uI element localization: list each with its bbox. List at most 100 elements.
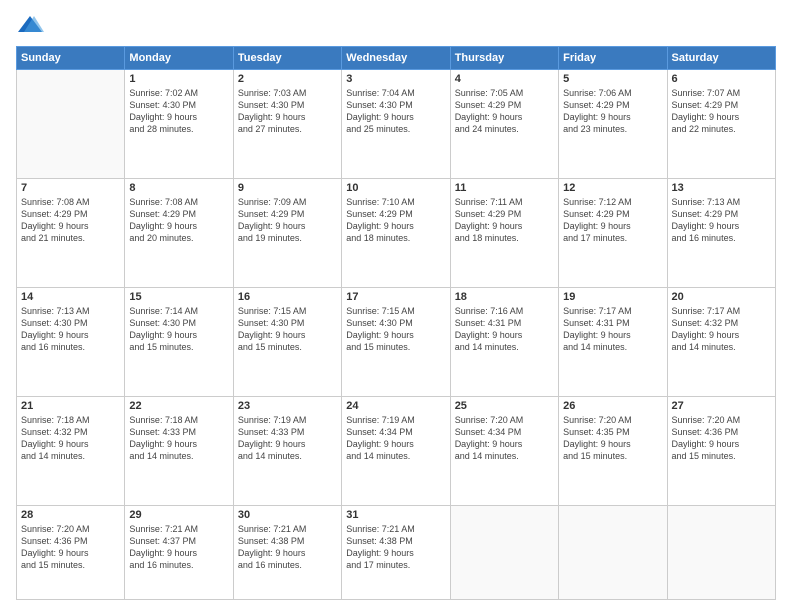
calendar-cell: 30 Sunrise: 7:21 AM Sunset: 4:38 PM Dayli… — [233, 505, 341, 599]
weekday-header-sunday: Sunday — [17, 47, 125, 70]
day-number: 24 — [346, 400, 445, 412]
weekday-header-monday: Monday — [125, 47, 233, 70]
day-info: Sunrise: 7:21 AM Sunset: 4:38 PM Dayligh… — [346, 523, 445, 572]
day-number: 20 — [672, 291, 771, 303]
day-number: 10 — [346, 182, 445, 194]
day-number: 9 — [238, 182, 337, 194]
calendar-cell — [450, 505, 558, 599]
day-info: Sunrise: 7:11 AM Sunset: 4:29 PM Dayligh… — [455, 196, 554, 245]
weekday-header-tuesday: Tuesday — [233, 47, 341, 70]
day-number: 14 — [21, 291, 120, 303]
day-info: Sunrise: 7:20 AM Sunset: 4:34 PM Dayligh… — [455, 414, 554, 463]
day-number: 13 — [672, 182, 771, 194]
day-info: Sunrise: 7:04 AM Sunset: 4:30 PM Dayligh… — [346, 87, 445, 136]
calendar-cell: 24Sunrise: 7:19 AM Sunset: 4:34 PM Dayli… — [342, 396, 450, 505]
day-info: Sunrise: 7:21 AM Sunset: 4:38 PM Dayligh… — [238, 523, 337, 572]
day-info: Sunrise: 7:20 AM Sunset: 4:35 PM Dayligh… — [563, 414, 662, 463]
day-info: Sunrise: 7:19 AM Sunset: 4:33 PM Dayligh… — [238, 414, 337, 463]
calendar-cell: 27 Sunrise: 7:20 AM Sunset: 4:36 PM Dayli… — [667, 396, 775, 505]
calendar-cell: 16 Sunrise: 7:15 AM Sunset: 4:30 PM Dayli… — [233, 287, 341, 396]
calendar-cell: 19Sunrise: 7:17 AM Sunset: 4:31 PM Dayli… — [559, 287, 667, 396]
calendar-week-row: 7Sunrise: 7:08 AM Sunset: 4:29 PM Daylig… — [17, 178, 776, 287]
calendar-cell: 2Sunrise: 7:03 AM Sunset: 4:30 PM Daylig… — [233, 70, 341, 179]
weekday-header-thursday: Thursday — [450, 47, 558, 70]
day-number: 4 — [455, 73, 554, 85]
day-number: 18 — [455, 291, 554, 303]
day-number: 21 — [21, 400, 120, 412]
day-info: Sunrise: 7:21 AM Sunset: 4:37 PM Dayligh… — [129, 523, 228, 572]
calendar-cell — [667, 505, 775, 599]
day-info: Sunrise: 7:13 AM Sunset: 4:30 PM Dayligh… — [21, 305, 120, 354]
calendar-cell: 26 Sunrise: 7:20 AM Sunset: 4:35 PM Dayli… — [559, 396, 667, 505]
calendar-cell: 14 Sunrise: 7:13 AM Sunset: 4:30 PM Dayli… — [17, 287, 125, 396]
logo — [16, 12, 48, 40]
calendar-cell: 7Sunrise: 7:08 AM Sunset: 4:29 PM Daylig… — [17, 178, 125, 287]
day-number: 12 — [563, 182, 662, 194]
calendar-cell: 10 Sunrise: 7:10 AM Sunset: 4:29 PM Dayli… — [342, 178, 450, 287]
calendar-cell: 6 Sunrise: 7:07 AM Sunset: 4:29 PM Daylig… — [667, 70, 775, 179]
calendar-week-row: 28 Sunrise: 7:20 AM Sunset: 4:36 PM Dayli… — [17, 505, 776, 599]
header — [16, 12, 776, 40]
calendar-cell: 5Sunrise: 7:06 AM Sunset: 4:29 PM Daylig… — [559, 70, 667, 179]
calendar-cell: 18 Sunrise: 7:16 AM Sunset: 4:31 PM Dayli… — [450, 287, 558, 396]
day-info: Sunrise: 7:20 AM Sunset: 4:36 PM Dayligh… — [21, 523, 120, 572]
day-number: 23 — [238, 400, 337, 412]
calendar-cell: 13 Sunrise: 7:13 AM Sunset: 4:29 PM Dayli… — [667, 178, 775, 287]
day-number: 5 — [563, 73, 662, 85]
day-number: 1 — [129, 73, 228, 85]
page: SundayMondayTuesdayWednesdayThursdayFrid… — [0, 0, 792, 612]
calendar-cell: 23 Sunrise: 7:19 AM Sunset: 4:33 PM Dayli… — [233, 396, 341, 505]
calendar-table: SundayMondayTuesdayWednesdayThursdayFrid… — [16, 46, 776, 600]
day-info: Sunrise: 7:18 AM Sunset: 4:32 PM Dayligh… — [21, 414, 120, 463]
day-info: Sunrise: 7:14 AM Sunset: 4:30 PM Dayligh… — [129, 305, 228, 354]
calendar-cell — [559, 505, 667, 599]
day-number: 25 — [455, 400, 554, 412]
day-info: Sunrise: 7:08 AM Sunset: 4:29 PM Dayligh… — [129, 196, 228, 245]
day-info: Sunrise: 7:02 AM Sunset: 4:30 PM Dayligh… — [129, 87, 228, 136]
day-info: Sunrise: 7:20 AM Sunset: 4:36 PM Dayligh… — [672, 414, 771, 463]
calendar-cell: 29Sunrise: 7:21 AM Sunset: 4:37 PM Dayli… — [125, 505, 233, 599]
calendar-week-row: 14 Sunrise: 7:13 AM Sunset: 4:30 PM Dayli… — [17, 287, 776, 396]
day-info: Sunrise: 7:13 AM Sunset: 4:29 PM Dayligh… — [672, 196, 771, 245]
calendar-cell: 20Sunrise: 7:17 AM Sunset: 4:32 PM Dayli… — [667, 287, 775, 396]
weekday-header-row: SundayMondayTuesdayWednesdayThursdayFrid… — [17, 47, 776, 70]
calendar-cell: 31 Sunrise: 7:21 AM Sunset: 4:38 PM Dayli… — [342, 505, 450, 599]
day-number: 2 — [238, 73, 337, 85]
calendar-cell: 8 Sunrise: 7:08 AM Sunset: 4:29 PM Daylig… — [125, 178, 233, 287]
day-info: Sunrise: 7:09 AM Sunset: 4:29 PM Dayligh… — [238, 196, 337, 245]
calendar-cell — [17, 70, 125, 179]
calendar-cell: 4Sunrise: 7:05 AM Sunset: 4:29 PM Daylig… — [450, 70, 558, 179]
calendar-cell: 22 Sunrise: 7:18 AM Sunset: 4:33 PM Dayli… — [125, 396, 233, 505]
day-info: Sunrise: 7:12 AM Sunset: 4:29 PM Dayligh… — [563, 196, 662, 245]
day-number: 6 — [672, 73, 771, 85]
day-number: 22 — [129, 400, 228, 412]
day-number: 26 — [563, 400, 662, 412]
day-info: Sunrise: 7:10 AM Sunset: 4:29 PM Dayligh… — [346, 196, 445, 245]
day-info: Sunrise: 7:18 AM Sunset: 4:33 PM Dayligh… — [129, 414, 228, 463]
calendar-week-row: 1 Sunrise: 7:02 AM Sunset: 4:30 PM Daylig… — [17, 70, 776, 179]
day-number: 16 — [238, 291, 337, 303]
weekday-header-friday: Friday — [559, 47, 667, 70]
calendar-cell: 15 Sunrise: 7:14 AM Sunset: 4:30 PM Dayli… — [125, 287, 233, 396]
day-info: Sunrise: 7:15 AM Sunset: 4:30 PM Dayligh… — [346, 305, 445, 354]
day-number: 15 — [129, 291, 228, 303]
day-number: 8 — [129, 182, 228, 194]
logo-icon — [16, 12, 44, 40]
day-info: Sunrise: 7:17 AM Sunset: 4:31 PM Dayligh… — [563, 305, 662, 354]
calendar-cell: 28 Sunrise: 7:20 AM Sunset: 4:36 PM Dayli… — [17, 505, 125, 599]
day-info: Sunrise: 7:16 AM Sunset: 4:31 PM Dayligh… — [455, 305, 554, 354]
day-number: 31 — [346, 509, 445, 521]
day-number: 27 — [672, 400, 771, 412]
day-number: 30 — [238, 509, 337, 521]
weekday-header-wednesday: Wednesday — [342, 47, 450, 70]
weekday-header-saturday: Saturday — [667, 47, 775, 70]
calendar-cell: 1 Sunrise: 7:02 AM Sunset: 4:30 PM Daylig… — [125, 70, 233, 179]
day-info: Sunrise: 7:15 AM Sunset: 4:30 PM Dayligh… — [238, 305, 337, 354]
day-info: Sunrise: 7:07 AM Sunset: 4:29 PM Dayligh… — [672, 87, 771, 136]
calendar-cell: 3Sunrise: 7:04 AM Sunset: 4:30 PM Daylig… — [342, 70, 450, 179]
calendar-cell: 21 Sunrise: 7:18 AM Sunset: 4:32 PM Dayli… — [17, 396, 125, 505]
calendar-cell: 17Sunrise: 7:15 AM Sunset: 4:30 PM Dayli… — [342, 287, 450, 396]
day-number: 28 — [21, 509, 120, 521]
calendar-cell: 11Sunrise: 7:11 AM Sunset: 4:29 PM Dayli… — [450, 178, 558, 287]
calendar-cell: 25 Sunrise: 7:20 AM Sunset: 4:34 PM Dayli… — [450, 396, 558, 505]
